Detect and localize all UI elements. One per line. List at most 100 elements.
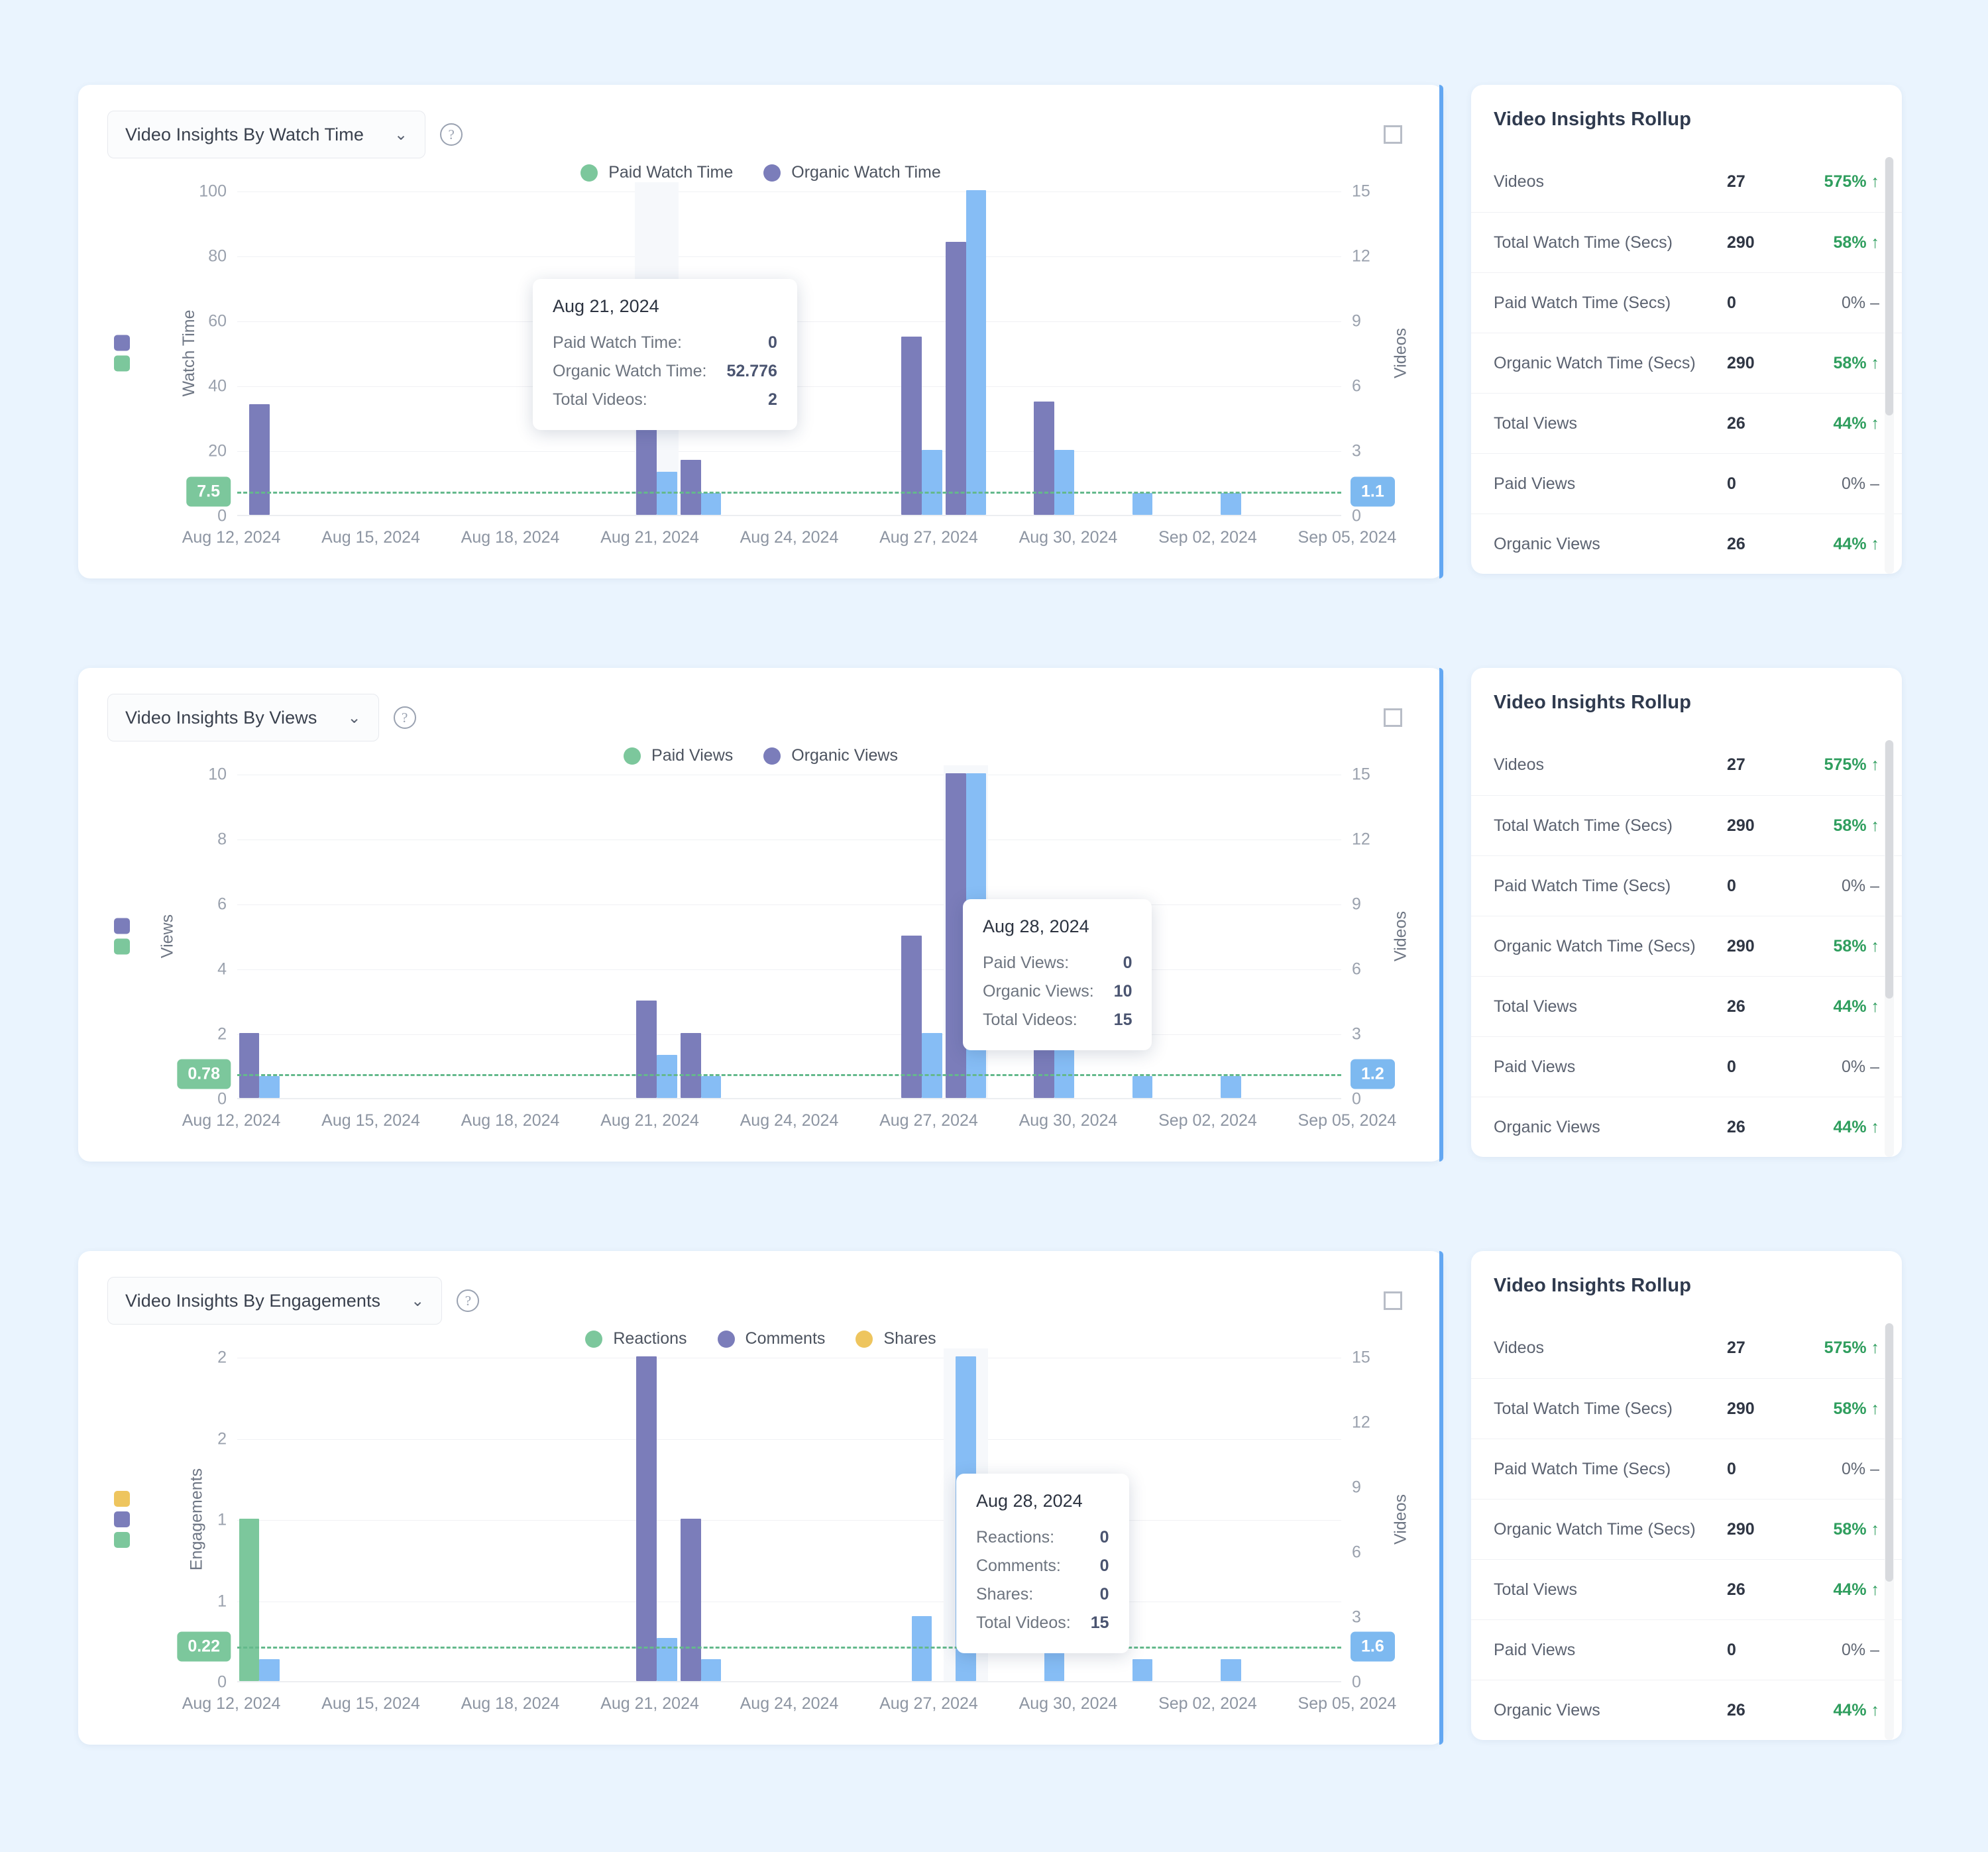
rollup-metric-value: 26: [1727, 413, 1745, 433]
bar-videos[interactable]: [966, 190, 987, 515]
rollup-metric-delta: 58% ↑: [1833, 233, 1879, 252]
rollup-card-watch-time: Video Insights Rollup Videos 27 575% ↑ Tota…: [1471, 85, 1902, 574]
bar-videos[interactable]: [1132, 1076, 1153, 1098]
rollup-metric-value: 26: [1727, 534, 1745, 553]
help-icon[interactable]: ?: [440, 123, 463, 146]
rollup-metric-value: 0: [1727, 293, 1736, 312]
bar-reactions[interactable]: [239, 1519, 260, 1681]
rollup-list: Videos 27 575% ↑ Total Watch Time (Secs) 290…: [1471, 1318, 1902, 1740]
rollup-scrollbar[interactable]: [1885, 740, 1894, 1157]
legend-swatch-comments: [717, 1330, 735, 1348]
rollup-metric-value: 26: [1727, 1700, 1745, 1719]
rollup-row: Videos 27 575% ↑: [1471, 735, 1902, 795]
legend-item[interactable]: Organic Views: [763, 746, 898, 765]
chart-metric-selector[interactable]: Video Insights By Watch Time ⌄: [107, 111, 426, 158]
x-axis-labels: Aug 12, 2024 Aug 15, 2024 Aug 18, 2024 Aug …: [182, 1694, 1397, 1718]
rollup-metric-value: 290: [1727, 816, 1755, 835]
x-axis-tick: Aug 18, 2024: [461, 1111, 560, 1130]
help-icon[interactable]: ?: [457, 1289, 480, 1312]
y-axis-tick: 10: [208, 765, 227, 784]
bar-videos[interactable]: [1221, 1659, 1241, 1681]
y-axis-tick: 2: [217, 1024, 227, 1044]
expand-icon[interactable]: [1372, 113, 1414, 156]
y-axis-tick: 0: [217, 1672, 227, 1692]
tooltip-label: Total Videos:: [553, 390, 647, 409]
rollup-metric-label: Paid Views: [1494, 474, 1576, 493]
scrollbar-thumb[interactable]: [1885, 157, 1893, 415]
rollup-metric-value: 290: [1727, 1399, 1755, 1418]
rollup-metric-delta: 44% ↑: [1833, 1117, 1879, 1136]
rollup-scrollbar[interactable]: [1885, 157, 1894, 574]
legend-item[interactable]: Paid Views: [624, 746, 733, 765]
bar-videos[interactable]: [1132, 1659, 1153, 1681]
y2-axis-tick: 3: [1352, 1024, 1361, 1044]
rollup-metric-delta: 44% ↑: [1833, 1700, 1879, 1719]
bar-organic-views[interactable]: [239, 1033, 260, 1098]
chart-metric-label: Video Insights By Views: [125, 707, 317, 728]
rollup-row: Paid Watch Time (Secs) 0 0% –: [1471, 272, 1902, 333]
rollup-metric-delta: 58% ↑: [1833, 353, 1879, 372]
tooltip-label: Reactions:: [976, 1528, 1055, 1547]
x-axis-tick: Aug 24, 2024: [740, 1111, 839, 1130]
chart-metric-selector[interactable]: Video Insights By Views ⌄: [107, 694, 379, 741]
bar-videos[interactable]: [259, 1659, 280, 1681]
legend-item[interactable]: Organic Watch Time: [763, 163, 941, 182]
legend-item[interactable]: Shares: [856, 1329, 936, 1348]
bar-organic-views[interactable]: [636, 1001, 657, 1098]
bar-videos[interactable]: [1221, 493, 1241, 515]
bar-videos[interactable]: [921, 1033, 942, 1098]
y2-axis-tick: 15: [1352, 765, 1370, 784]
y-axis-tick: 80: [208, 246, 227, 266]
average-badge-left: 0.78: [177, 1059, 231, 1089]
rollup-metric-delta: 0% –: [1842, 1459, 1879, 1478]
bar-videos[interactable]: [700, 493, 722, 515]
rollup-metric-delta: 0% –: [1842, 876, 1879, 895]
x-axis-tick: Aug 15, 2024: [321, 1694, 420, 1713]
rollup-metric-delta: 44% ↑: [1833, 997, 1879, 1016]
x-axis-tick: Aug 30, 2024: [1019, 1694, 1118, 1713]
y-axis-title: Engagements: [187, 1468, 206, 1571]
bar-videos[interactable]: [1221, 1076, 1241, 1098]
bar-videos[interactable]: [1054, 450, 1075, 515]
bar-organic-watch-time[interactable]: [681, 459, 701, 515]
bar-videos[interactable]: [700, 1659, 722, 1681]
legend-item[interactable]: Comments: [717, 1329, 825, 1348]
bar-videos[interactable]: [921, 450, 942, 515]
bar-organic-watch-time[interactable]: [901, 336, 922, 515]
bar-organic-watch-time[interactable]: [248, 404, 270, 515]
x-axis-tick: Aug 27, 2024: [879, 1111, 978, 1130]
scrollbar-thumb[interactable]: [1885, 1323, 1893, 1582]
help-icon[interactable]: ?: [393, 706, 416, 729]
tooltip-row: Paid Watch Time: 0: [553, 329, 777, 357]
tooltip-row: Comments: 0: [976, 1552, 1109, 1580]
bar-organic-watch-time[interactable]: [945, 242, 966, 515]
scrollbar-thumb[interactable]: [1885, 740, 1893, 999]
bar-videos[interactable]: [700, 1076, 722, 1098]
bar-comments[interactable]: [681, 1519, 701, 1681]
bar-organic-views[interactable]: [681, 1033, 701, 1098]
rollup-list: Videos 27 575% ↑ Total Watch Time (Secs) 290…: [1471, 152, 1902, 574]
y-axis-tick: 8: [217, 830, 227, 849]
x-axis-labels: Aug 12, 2024 Aug 15, 2024 Aug 18, 2024 Aug …: [182, 528, 1397, 552]
bar-videos[interactable]: [657, 1054, 677, 1098]
bar-videos[interactable]: [1132, 493, 1153, 515]
x-axis-tick: Sep 05, 2024: [1298, 1111, 1397, 1130]
bar-organic-watch-time[interactable]: [1034, 401, 1054, 515]
tooltip-row: Paid Views: 0: [983, 949, 1132, 977]
chart-metric-selector[interactable]: Video Insights By Engagements ⌄: [107, 1277, 443, 1325]
y2-axis-tick: 12: [1352, 246, 1370, 266]
chart-card-views: Video Insights By Views ⌄ ? Paid Views O…: [78, 668, 1443, 1162]
legend-item[interactable]: Reactions: [585, 1329, 687, 1348]
rollup-metric-value: 0: [1727, 1640, 1736, 1659]
bar-videos[interactable]: [657, 1637, 677, 1681]
rollup-metric-label: Organic Views: [1494, 1117, 1600, 1136]
bar-comments[interactable]: [636, 1356, 657, 1681]
bar-organic-views[interactable]: [1034, 1046, 1054, 1098]
plot-area: Engagements Videos 0 1 1 2 2 0 3 6 9 12 15 0.22 1.6 …: [78, 1348, 1443, 1692]
bar-videos[interactable]: [259, 1076, 280, 1098]
rollup-scrollbar[interactable]: [1885, 1323, 1894, 1740]
expand-icon[interactable]: [1372, 696, 1414, 739]
expand-icon[interactable]: [1372, 1280, 1414, 1322]
average-badge-right: 1.6: [1351, 1631, 1395, 1662]
legend-item[interactable]: Paid Watch Time: [580, 163, 733, 182]
